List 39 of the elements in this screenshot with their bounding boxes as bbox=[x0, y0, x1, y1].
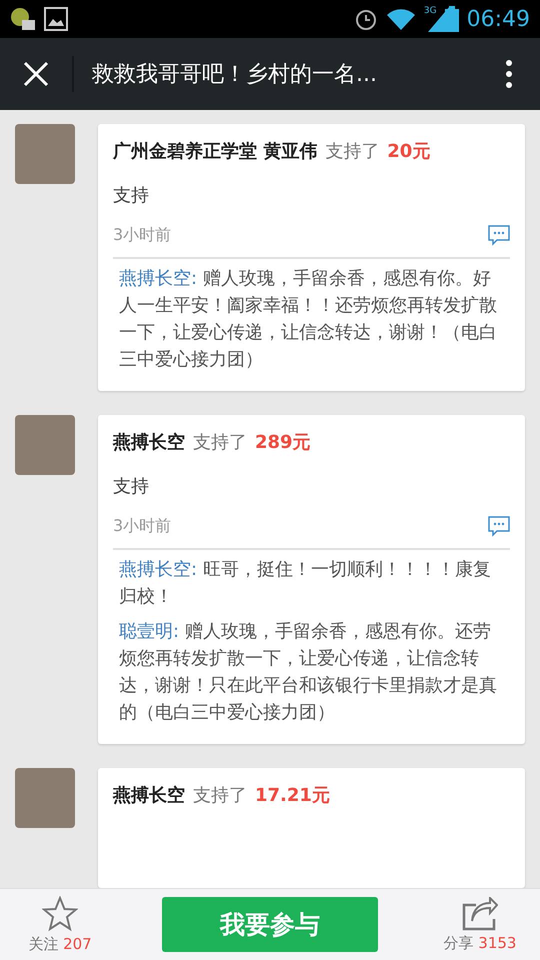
donation-comment: 支持 bbox=[113, 184, 150, 208]
more-menu-button[interactable] bbox=[504, 59, 514, 89]
network-label: 3G bbox=[424, 5, 437, 18]
reply-author[interactable]: 燕搏长空: bbox=[119, 268, 198, 289]
share-button[interactable]: 分享 3153 bbox=[420, 897, 540, 952]
support-label: 支持了 bbox=[193, 784, 247, 808]
avatar-placeholder bbox=[15, 768, 75, 828]
donor-name: 燕搏长空 bbox=[113, 431, 185, 455]
follow-button[interactable]: 关注 207 bbox=[0, 896, 120, 953]
reply-text: 燕搏长空: 赠人玫瑰，手留余香，感恩有你。好人一生平安！阖家幸福！！还劳烦您再转发扩散一下，让爱心传递，让信念转达，谢谢！（电白三中爱心接力团） bbox=[119, 267, 498, 372]
reply-author[interactable]: 燕搏长空: bbox=[119, 559, 198, 580]
avatar-placeholder bbox=[15, 415, 75, 475]
avatar-placeholder bbox=[15, 124, 75, 184]
comment-icon[interactable] bbox=[488, 515, 510, 537]
share-icon bbox=[462, 897, 498, 932]
page-title: 救救我哥哥吧！乡村的一名... bbox=[92, 60, 378, 88]
timestamp: 3小时前 bbox=[113, 515, 172, 537]
join-button[interactable]: 我要参与 bbox=[162, 897, 378, 952]
star-icon bbox=[42, 896, 78, 932]
support-label: 支持了 bbox=[325, 140, 380, 164]
notification-icon bbox=[10, 7, 36, 31]
donor-name: 广州金碧养正学堂 黄亚伟 bbox=[113, 140, 318, 164]
reply-text: 聪壹明: 赠人玫瑰，手留余香，感恩有你。还劳烦您再转发扩散一下，让爱心传递，让信念转达，谢谢！只在此平台和该银行卡里捐款才是真的（电白三中爱心接力团） bbox=[119, 620, 498, 725]
close-button[interactable] bbox=[22, 60, 50, 88]
wifi-icon bbox=[386, 8, 416, 30]
alarm-icon bbox=[354, 7, 378, 31]
donation-amount: 20元 bbox=[387, 140, 430, 164]
donation-amount: 289元 bbox=[255, 431, 311, 455]
support-label: 支持了 bbox=[193, 431, 247, 455]
reply-text: 燕搏长空: 旺哥，挺住！一切顺利！！！！康复归校！ bbox=[119, 558, 492, 609]
donor-name: 燕搏长空 bbox=[113, 784, 185, 808]
donation-amount: 17.21元 bbox=[255, 784, 330, 808]
image-icon bbox=[44, 7, 68, 31]
battery-icon bbox=[444, 6, 459, 32]
clock-time: 06:49 bbox=[466, 6, 530, 34]
comment-icon[interactable] bbox=[488, 224, 510, 246]
reply-author[interactable]: 聪壹明: bbox=[119, 621, 180, 642]
timestamp: 3小时前 bbox=[113, 224, 172, 246]
donation-comment: 支持 bbox=[113, 475, 150, 499]
